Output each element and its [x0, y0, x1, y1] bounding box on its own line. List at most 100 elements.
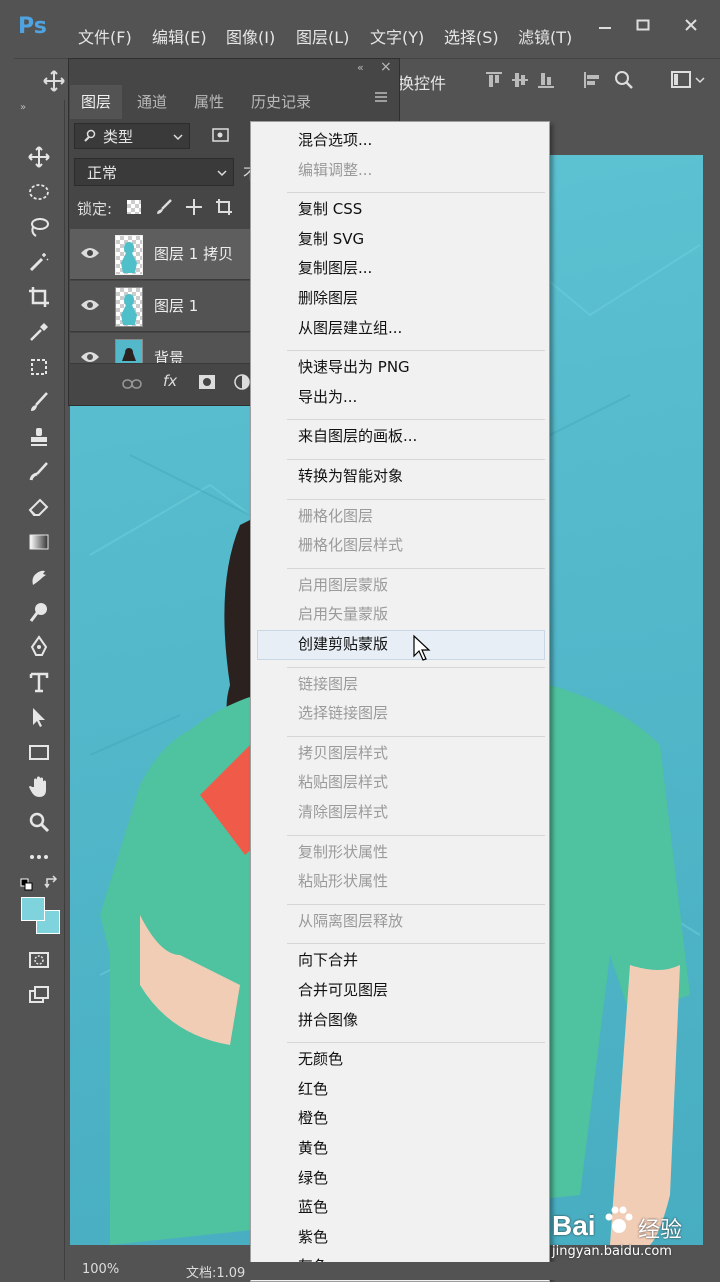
close-panel-icon[interactable]: ×	[380, 59, 392, 75]
close-icon[interactable]	[668, 0, 714, 50]
pen-tool-icon[interactable]	[23, 632, 55, 662]
menu-item[interactable]: 向下合并	[298, 950, 358, 970]
brush-tool-icon[interactable]	[23, 387, 55, 417]
tab-channels[interactable]: 通道	[127, 85, 177, 119]
menu-separator	[287, 498, 545, 500]
collapse-arrows-icon[interactable]: »	[20, 102, 26, 113]
visibility-eye-icon[interactable]	[80, 297, 100, 317]
menu-item[interactable]: 紫色	[298, 1227, 328, 1247]
tab-history[interactable]: 历史记录	[241, 85, 321, 119]
more-tools-icon[interactable]	[23, 842, 55, 872]
visibility-eye-icon[interactable]	[80, 245, 100, 265]
zoom-level[interactable]: 100%	[82, 1262, 119, 1277]
lock-transparent-icon[interactable]	[127, 200, 141, 214]
menu-item[interactable]: 复制图层...	[298, 258, 372, 278]
collapse-panel-icon[interactable]: «	[357, 61, 364, 74]
quick-mask-icon[interactable]	[23, 945, 55, 975]
tab-layers[interactable]: 图层	[70, 85, 122, 119]
lock-position-icon[interactable]	[185, 198, 203, 220]
menu-item[interactable]: 黄色	[298, 1138, 328, 1158]
adjustment-layer-icon[interactable]	[234, 374, 250, 394]
blend-mode-dropdown[interactable]: 正常	[74, 158, 234, 186]
filter-dropdown[interactable]: 类型	[74, 123, 190, 149]
marquee-tool-icon[interactable]	[23, 177, 55, 207]
zoom-tool-icon[interactable]	[23, 807, 55, 837]
smudge-tool-icon[interactable]	[23, 562, 55, 592]
align-left-icon[interactable]	[582, 70, 602, 94]
tab-properties[interactable]: 属性	[183, 85, 235, 119]
menu-item[interactable]: 从图层建立组...	[298, 318, 402, 338]
type-tool-icon[interactable]	[23, 667, 55, 697]
menu-item[interactable]: 无颜色	[298, 1049, 343, 1069]
search-icon[interactable]	[612, 68, 636, 96]
magic-wand-icon[interactable]	[23, 247, 55, 277]
menu-item[interactable]: 复制 CSS	[298, 199, 362, 219]
menu-image[interactable]: 图像(I)	[226, 24, 275, 48]
move-tool-icon[interactable]	[23, 142, 55, 172]
menu-filter[interactable]: 滤镜(T)	[518, 24, 572, 48]
history-brush-icon[interactable]	[23, 457, 55, 487]
align-bottom-icon[interactable]	[536, 70, 556, 94]
menu-item[interactable]: 转换为智能对象	[298, 466, 403, 486]
menu-item[interactable]: 复制 SVG	[298, 229, 364, 249]
menu-item[interactable]: 橙色	[298, 1108, 328, 1128]
image-filter-icon[interactable]	[212, 127, 230, 147]
align-vcenter-icon[interactable]	[510, 70, 530, 94]
swap-colors-icon[interactable]	[44, 875, 60, 895]
layer-row-background[interactable]: 背景	[70, 333, 252, 364]
transform-controls-label[interactable]: 换控件	[398, 70, 446, 94]
lock-paint-icon[interactable]	[155, 198, 173, 220]
lock-artboard-icon[interactable]	[215, 198, 233, 220]
menu-layer[interactable]: 图层(L)	[296, 24, 349, 48]
menu-item[interactable]: 来自图层的画板...	[298, 426, 417, 446]
chevron-down-icon	[173, 134, 183, 141]
menu-item[interactable]: 混合选项...	[298, 130, 372, 150]
workspace-icon[interactable]	[670, 69, 706, 95]
dodge-tool-icon[interactable]	[23, 597, 55, 627]
menu-item[interactable]: 导出为...	[298, 387, 357, 407]
path-selection-icon[interactable]	[23, 702, 55, 732]
lasso-tool-icon[interactable]	[23, 212, 55, 242]
move-tool-option-icon[interactable]	[42, 69, 66, 97]
watermark-brand2: 经验	[638, 1218, 683, 1243]
hand-tool-icon[interactable]	[23, 772, 55, 802]
maximize-icon[interactable]	[620, 0, 666, 50]
fx-icon[interactable]: fx	[163, 372, 177, 390]
link-layers-icon[interactable]	[122, 376, 142, 395]
menu-separator	[287, 419, 545, 421]
panel-menu-icon[interactable]	[373, 89, 389, 109]
menu-item[interactable]: 红色	[298, 1079, 328, 1099]
add-mask-icon[interactable]	[198, 374, 216, 394]
eraser-tool-icon[interactable]	[23, 492, 55, 522]
layer-thumbnail	[115, 287, 143, 327]
foreground-color-swatch[interactable]	[21, 897, 45, 921]
frame-tool-icon[interactable]	[23, 352, 55, 382]
layer-row-layer1-copy[interactable]: 图层 1 拷贝	[70, 229, 252, 280]
menu-item[interactable]: 快速导出为 PNG	[298, 357, 410, 377]
layer-row-layer1[interactable]: 图层 1	[70, 281, 252, 332]
menu-item[interactable]: 拼合图像	[298, 1010, 358, 1030]
align-top-icon[interactable]	[484, 70, 504, 94]
filter-label: 类型	[103, 128, 134, 146]
menu-select[interactable]: 选择(S)	[444, 24, 499, 48]
stamp-tool-icon[interactable]	[23, 422, 55, 452]
menu-item[interactable]: 绿色	[298, 1168, 328, 1188]
menu-edit[interactable]: 编辑(E)	[152, 24, 207, 48]
menu-item[interactable]: 蓝色	[298, 1197, 328, 1217]
eyedropper-icon[interactable]	[23, 317, 55, 347]
rectangle-tool-icon[interactable]	[23, 737, 55, 767]
screen-mode-icon[interactable]	[23, 980, 55, 1010]
crop-tool-icon[interactable]	[23, 282, 55, 312]
menu-item[interactable]: 删除图层	[298, 288, 358, 308]
default-colors-icon[interactable]	[20, 877, 34, 896]
menu-type[interactable]: 文字(Y)	[370, 24, 424, 48]
menu-separator	[287, 459, 545, 460]
document-info[interactable]: 文档:1.09	[186, 1262, 245, 1281]
visibility-eye-icon[interactable]	[80, 349, 100, 363]
menu-item[interactable]: 创建剪贴蒙版	[298, 634, 388, 654]
menu-item[interactable]: 合并可见图层	[298, 980, 388, 1000]
watermark-brand: Bai	[552, 1210, 596, 1241]
menu-item: 编辑调整...	[298, 160, 373, 179]
menu-file[interactable]: 文件(F)	[78, 24, 132, 48]
gradient-tool-icon[interactable]	[23, 527, 55, 557]
